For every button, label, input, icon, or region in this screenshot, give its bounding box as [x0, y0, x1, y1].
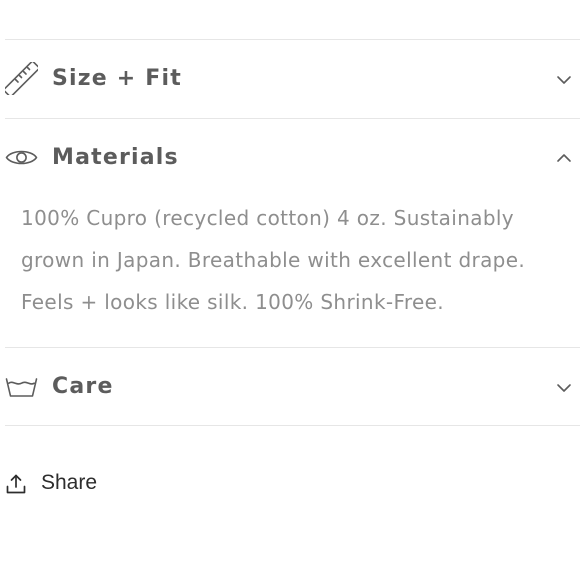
- accordion-content-materials: 100% Cupro (recycled cotton) 4 oz. Susta…: [21, 197, 577, 323]
- divider: [5, 425, 580, 426]
- wash-basin-icon: [5, 370, 38, 403]
- chevron-down-icon: [556, 75, 572, 85]
- content-line: 100% Cupro (recycled cotton) 4 oz. Susta…: [21, 206, 514, 230]
- chevron-down-icon: [556, 383, 572, 393]
- chevron-up-icon: [556, 153, 572, 163]
- accordion-title: Size + Fit: [52, 66, 182, 91]
- accordion-materials[interactable]: Materials: [0, 119, 580, 197]
- accordion-title: Care: [52, 374, 114, 399]
- accordion-size-fit[interactable]: Size + Fit: [0, 40, 580, 118]
- accordion-care[interactable]: Care: [0, 348, 580, 426]
- eye-icon: [5, 141, 38, 174]
- content-line: grown in Japan. Breathable with excellen…: [21, 248, 526, 272]
- share-icon: [5, 473, 27, 495]
- ruler-icon: [5, 62, 38, 95]
- content-line: Feels + looks like silk. 100% Shrink-Fre…: [21, 290, 444, 314]
- accordion-title: Materials: [52, 145, 179, 170]
- share-button[interactable]: Share: [5, 468, 105, 500]
- share-label: Share: [41, 471, 98, 494]
